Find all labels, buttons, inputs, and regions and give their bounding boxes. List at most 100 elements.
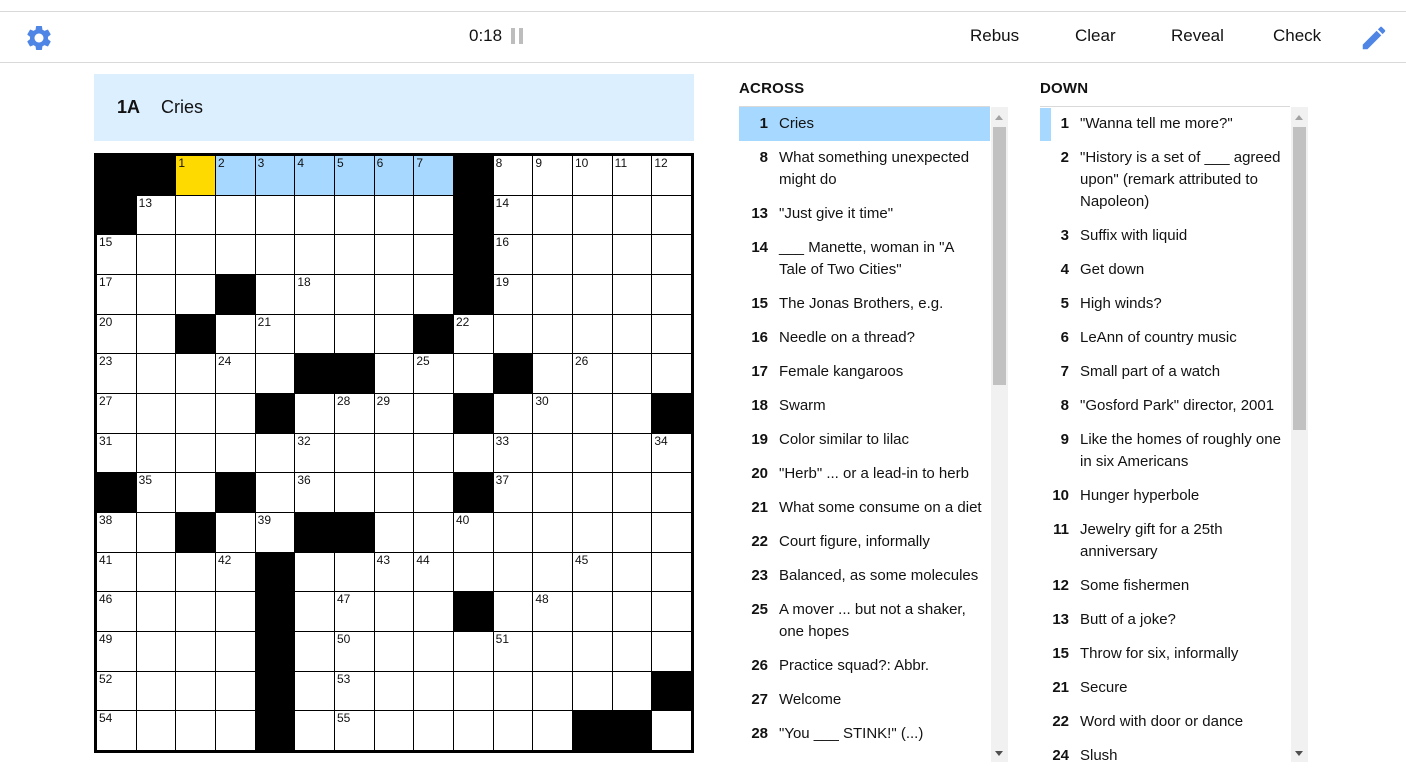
grid-cell[interactable] (612, 632, 652, 671)
down-clue[interactable]: 21 Secure (1040, 671, 1290, 705)
grid-cell[interactable] (454, 552, 493, 592)
down-clue[interactable]: 1 "Wanna tell me more?" (1040, 107, 1290, 141)
grid-cell[interactable]: 43 (374, 552, 414, 592)
rebus-button[interactable]: Rebus (970, 26, 1019, 46)
grid-cell[interactable] (612, 671, 652, 711)
grid-cell[interactable] (493, 552, 533, 592)
grid-cell[interactable]: 10 (573, 156, 612, 195)
grid-cell[interactable] (533, 354, 572, 393)
across-clue[interactable]: 16 Needle on a thread? (739, 321, 990, 355)
down-clue[interactable]: 7 Small part of a watch (1040, 355, 1290, 389)
grid-cell[interactable] (216, 195, 255, 235)
grid-cell[interactable] (255, 433, 295, 473)
grid-cell[interactable] (533, 473, 572, 512)
grid-cell[interactable]: 19 (493, 275, 533, 314)
grid-cell[interactable] (573, 275, 612, 314)
grid-cell[interactable]: 28 (335, 394, 374, 433)
grid-cell[interactable] (414, 394, 453, 433)
down-clue[interactable]: 10 Hunger hyperbole (1040, 479, 1290, 513)
gear-icon[interactable] (24, 23, 54, 53)
grid-cell[interactable] (176, 632, 215, 671)
across-clue[interactable]: 20 "Herb" ... or a lead-in to herb (739, 457, 990, 491)
grid-cell[interactable] (652, 592, 691, 631)
grid-cell[interactable] (454, 632, 493, 671)
grid-cell[interactable] (176, 235, 215, 274)
grid-cell[interactable] (374, 195, 414, 235)
grid-cell[interactable] (454, 671, 493, 711)
grid-cell[interactable]: 53 (335, 671, 374, 711)
scroll-up-icon[interactable] (1295, 115, 1303, 120)
grid-cell[interactable] (414, 235, 453, 274)
grid-cell[interactable]: 37 (493, 473, 533, 512)
grid-cell[interactable]: 31 (97, 433, 136, 473)
grid-cell[interactable] (374, 235, 414, 274)
grid-cell[interactable] (255, 275, 295, 314)
grid-cell[interactable] (493, 711, 533, 750)
grid-cell[interactable]: 29 (374, 394, 414, 433)
grid-cell[interactable]: 1 (176, 156, 215, 195)
grid-cell[interactable] (533, 275, 572, 314)
grid-cell[interactable] (533, 195, 572, 235)
down-clue[interactable]: 24 Slush (1040, 739, 1290, 762)
grid-cell[interactable] (573, 671, 612, 711)
grid-cell[interactable] (335, 314, 374, 354)
grid-cell[interactable] (374, 671, 414, 711)
grid-cell[interactable] (136, 632, 176, 671)
grid-cell[interactable]: 35 (136, 473, 176, 512)
grid-cell[interactable]: 49 (97, 632, 136, 671)
grid-cell[interactable] (295, 592, 334, 631)
grid-cell[interactable]: 40 (454, 513, 493, 552)
grid-cell[interactable] (176, 433, 215, 473)
grid-cell[interactable]: 17 (97, 275, 136, 314)
grid-cell[interactable] (216, 592, 255, 631)
grid-cell[interactable] (612, 433, 652, 473)
scroll-up-icon[interactable] (995, 115, 1003, 120)
grid-cell[interactable] (493, 394, 533, 433)
down-clue[interactable]: 22 Word with door or dance (1040, 705, 1290, 739)
grid-cell[interactable]: 42 (216, 552, 255, 592)
grid-cell[interactable] (335, 235, 374, 274)
down-clue[interactable]: 9 Like the homes of roughly one in six Am… (1040, 423, 1290, 479)
grid-cell[interactable]: 5 (335, 156, 374, 195)
grid-cell[interactable] (176, 552, 215, 592)
grid-cell[interactable]: 52 (97, 671, 136, 711)
grid-cell[interactable]: 20 (97, 314, 136, 354)
grid-cell[interactable] (652, 235, 691, 274)
grid-cell[interactable] (374, 275, 414, 314)
grid-cell[interactable] (136, 711, 176, 750)
grid-cell[interactable] (295, 314, 334, 354)
grid-cell[interactable] (573, 195, 612, 235)
grid-cell[interactable]: 16 (493, 235, 533, 274)
grid-cell[interactable] (573, 314, 612, 354)
down-scrollbar[interactable] (1291, 107, 1308, 762)
grid-cell[interactable] (652, 275, 691, 314)
grid-cell[interactable] (295, 632, 334, 671)
grid-cell[interactable] (216, 235, 255, 274)
grid-cell[interactable] (454, 354, 493, 393)
grid-cell[interactable] (335, 195, 374, 235)
grid-cell[interactable] (176, 275, 215, 314)
grid-cell[interactable] (414, 632, 453, 671)
down-clue[interactable]: 5 High winds? (1040, 287, 1290, 321)
grid-cell[interactable] (612, 314, 652, 354)
grid-cell[interactable] (652, 552, 691, 592)
grid-cell[interactable] (335, 552, 374, 592)
grid-cell[interactable] (652, 513, 691, 552)
grid-cell[interactable]: 48 (533, 592, 572, 631)
grid-cell[interactable] (374, 592, 414, 631)
grid-cell[interactable] (652, 195, 691, 235)
grid-cell[interactable]: 45 (573, 552, 612, 592)
grid-cell[interactable] (493, 513, 533, 552)
grid-cell[interactable] (136, 275, 176, 314)
across-clue[interactable]: 8 What something unexpected might do (739, 141, 990, 197)
grid-cell[interactable] (533, 711, 572, 750)
grid-cell[interactable] (295, 235, 334, 274)
grid-cell[interactable] (414, 195, 453, 235)
grid-cell[interactable] (176, 473, 215, 512)
grid-cell[interactable] (454, 711, 493, 750)
grid-cell[interactable]: 3 (255, 156, 295, 195)
grid-cell[interactable]: 41 (97, 552, 136, 592)
grid-cell[interactable] (255, 195, 295, 235)
across-clue[interactable]: 13 "Just give it time" (739, 197, 990, 231)
grid-cell[interactable]: 8 (493, 156, 533, 195)
